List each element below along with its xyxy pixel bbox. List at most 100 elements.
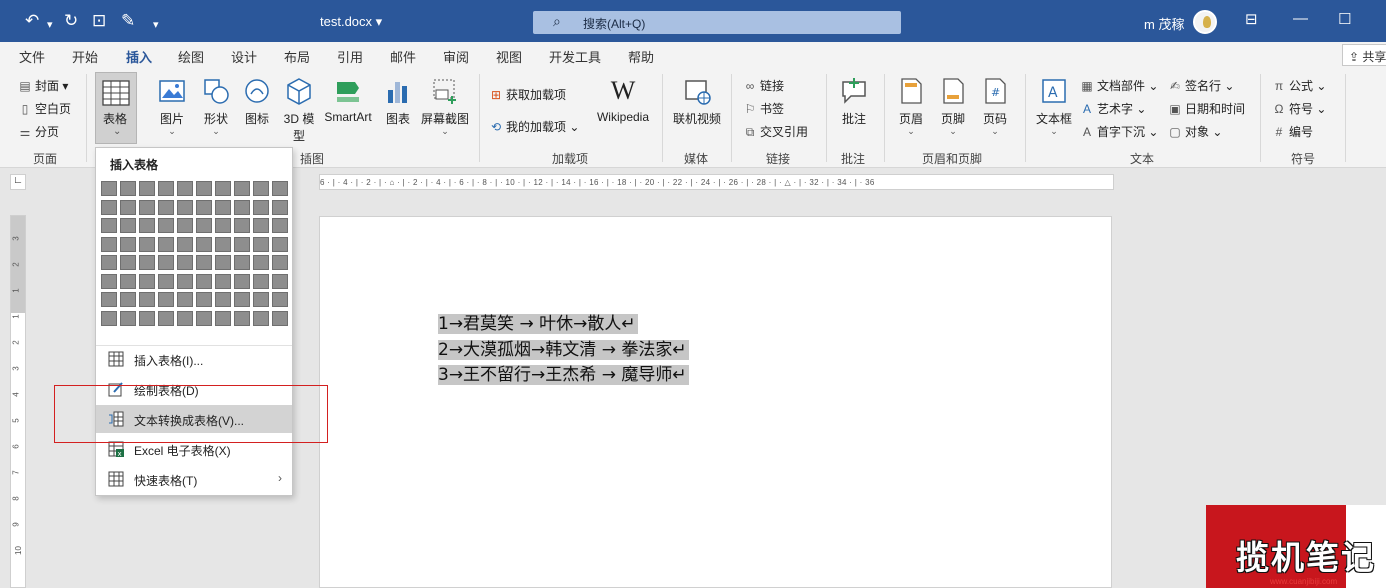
grid-cell[interactable] xyxy=(215,236,231,252)
customize-qat-icon[interactable]: ▾ xyxy=(153,16,159,34)
link-button[interactable]: ∞ 链接 xyxy=(743,77,784,94)
online-video-button[interactable]: 联机视频 xyxy=(669,76,725,127)
grid-cell[interactable] xyxy=(177,199,193,215)
grid-cell[interactable] xyxy=(196,236,212,252)
grid-cell[interactable] xyxy=(253,310,269,326)
grid-cell[interactable] xyxy=(234,199,250,215)
grid-cell[interactable] xyxy=(253,181,269,196)
grid-cell[interactable] xyxy=(196,255,212,270)
grid-cell[interactable] xyxy=(139,292,155,307)
tab-selector[interactable]: ∟ xyxy=(10,174,26,190)
object-button[interactable]: ▢ 对象 ⌄ xyxy=(1168,123,1222,140)
grid-cell[interactable] xyxy=(101,310,117,326)
grid-cell[interactable] xyxy=(234,292,250,307)
chart-button[interactable]: 图表 xyxy=(381,76,415,127)
page-number-button[interactable]: # 页码 ⌄ xyxy=(977,76,1013,136)
tab-draw[interactable]: 绘图 xyxy=(178,47,204,66)
user-name[interactable]: m 茂稼 xyxy=(1144,14,1184,33)
quick-tables-item[interactable]: 快速表格(T) › xyxy=(96,465,292,493)
grid-cell[interactable] xyxy=(101,236,117,252)
tab-help[interactable]: 帮助 xyxy=(628,47,654,66)
grid-cell[interactable] xyxy=(177,273,193,289)
grid-cell[interactable] xyxy=(215,199,231,215)
date-time-button[interactable]: ▣ 日期和时间 xyxy=(1168,100,1245,117)
tab-mailings[interactable]: 邮件 xyxy=(390,47,416,66)
grid-cell[interactable] xyxy=(139,199,155,215)
minimize-icon[interactable]: — xyxy=(1293,10,1308,27)
screenshot-button[interactable]: 屏幕截图 ⌄ xyxy=(418,76,472,136)
tab-design[interactable]: 设计 xyxy=(231,47,257,66)
horizontal-ruler[interactable]: 6 · | · 4 · | · 2 · | · ⌂ · | · 2 · | · … xyxy=(319,174,1114,190)
grid-cell[interactable] xyxy=(272,255,288,270)
grid-cell[interactable] xyxy=(272,292,288,307)
tab-layout[interactable]: 布局 xyxy=(284,47,310,66)
grid-cell[interactable] xyxy=(101,218,117,233)
grid-cell[interactable] xyxy=(120,181,136,196)
edit-icon[interactable]: ✎ xyxy=(121,12,135,30)
grid-cell[interactable] xyxy=(158,310,174,326)
insert-table-item[interactable]: 插入表格(I)... xyxy=(96,345,292,373)
grid-cell[interactable] xyxy=(120,236,136,252)
grid-cell[interactable] xyxy=(177,255,193,270)
grid-cell[interactable] xyxy=(177,310,193,326)
grid-cell[interactable] xyxy=(158,199,174,215)
grid-cell[interactable] xyxy=(158,181,174,196)
grid-cell[interactable] xyxy=(177,236,193,252)
share-button[interactable]: ⇪ 共享 xyxy=(1342,44,1386,66)
grid-cell[interactable] xyxy=(215,218,231,233)
icons-button[interactable]: 图标 xyxy=(240,76,274,127)
number-button[interactable]: # 编号 xyxy=(1272,123,1313,140)
grid-cell[interactable] xyxy=(272,273,288,289)
grid-cell[interactable] xyxy=(234,236,250,252)
grid-cell[interactable] xyxy=(196,199,212,215)
avatar[interactable] xyxy=(1193,10,1217,34)
pictures-button[interactable]: 图片 ⌄ xyxy=(152,76,192,136)
grid-cell[interactable] xyxy=(196,292,212,307)
grid-cell[interactable] xyxy=(272,181,288,196)
search-box[interactable]: ⌕ 搜索(Alt+Q) xyxy=(533,11,901,34)
smartart-button[interactable]: SmartArt xyxy=(320,76,376,124)
wikipedia-button[interactable]: W Wikipedia xyxy=(592,76,654,124)
grid-cell[interactable] xyxy=(120,310,136,326)
cross-reference-button[interactable]: ⧉ 交叉引用 xyxy=(743,123,808,140)
grid-cell[interactable] xyxy=(253,236,269,252)
table-button[interactable]: 表格 ⌄ xyxy=(95,72,137,144)
document-title[interactable]: test.docx ▾ xyxy=(320,14,382,30)
3d-models-button[interactable]: 3D 模型 xyxy=(280,76,318,144)
grid-cell[interactable] xyxy=(101,292,117,307)
grid-cell[interactable] xyxy=(120,218,136,233)
get-addins-button[interactable]: ⊞ 获取加载项 xyxy=(489,86,566,103)
shapes-button[interactable]: 形状 ⌄ xyxy=(196,76,236,136)
grid-cell[interactable] xyxy=(272,236,288,252)
grid-cell[interactable] xyxy=(101,255,117,270)
page-break-button[interactable]: ⚌ 分页 xyxy=(18,123,59,140)
footer-button[interactable]: 页脚 ⌄ xyxy=(935,76,971,136)
grid-cell[interactable] xyxy=(101,199,117,215)
grid-cell[interactable] xyxy=(120,273,136,289)
undo-icon[interactable]: ↶ xyxy=(25,12,39,30)
grid-cell[interactable] xyxy=(234,310,250,326)
grid-cell[interactable] xyxy=(158,236,174,252)
document-line[interactable]: 3→王不留行→王杰希 → 魔导师↵ xyxy=(438,363,689,389)
tab-references[interactable]: 引用 xyxy=(337,47,363,66)
tab-file[interactable]: 文件 xyxy=(19,47,45,66)
tab-view[interactable]: 视图 xyxy=(496,47,522,66)
cover-page-button[interactable]: ▤ 封面 ▾ xyxy=(18,77,68,94)
grid-cell[interactable] xyxy=(272,310,288,326)
grid-cell[interactable] xyxy=(215,310,231,326)
grid-cell[interactable] xyxy=(234,255,250,270)
grid-cell[interactable] xyxy=(196,181,212,196)
drop-cap-button[interactable]: A 首字下沉 ⌄ xyxy=(1080,123,1158,140)
grid-cell[interactable] xyxy=(253,199,269,215)
equation-button[interactable]: π 公式 ⌄ xyxy=(1272,77,1327,94)
my-addins-button[interactable]: ⟲ 我的加载项 ⌄ xyxy=(489,118,579,135)
grid-cell[interactable] xyxy=(101,181,117,196)
grid-cell[interactable] xyxy=(158,218,174,233)
quick-parts-button[interactable]: ▦ 文档部件 ⌄ xyxy=(1080,77,1158,94)
grid-cell[interactable] xyxy=(215,273,231,289)
grid-cell[interactable] xyxy=(120,255,136,270)
grid-cell[interactable] xyxy=(272,199,288,215)
grid-cell[interactable] xyxy=(234,181,250,196)
tab-review[interactable]: 审阅 xyxy=(443,47,469,66)
grid-cell[interactable] xyxy=(139,255,155,270)
